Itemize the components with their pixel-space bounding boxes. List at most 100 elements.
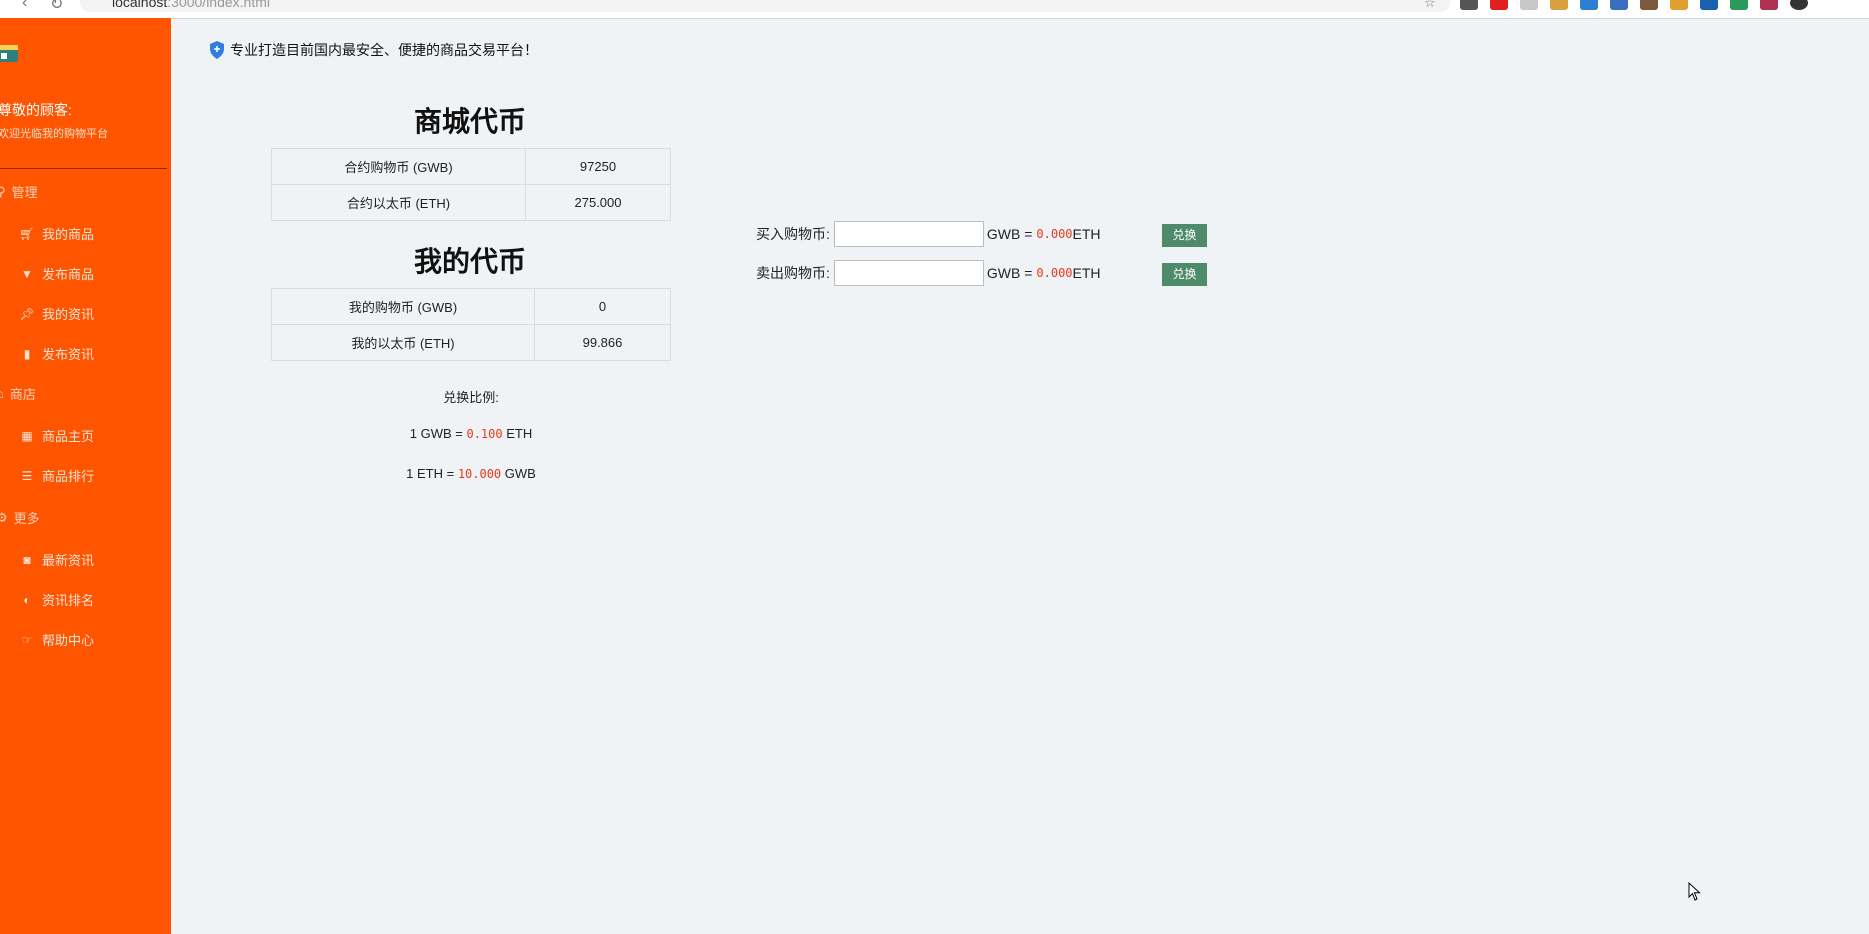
table-row: 合约购物币 (GWB) 97250: [271, 148, 671, 185]
buy-label: 买入购物币:: [756, 226, 830, 242]
sidebar-item-label: 最新资讯: [42, 553, 95, 568]
sidebar-item-label: 我的资讯: [42, 307, 95, 322]
list-icon: ☰: [21, 468, 33, 483]
rate-prefix: 1 GWB =: [409, 426, 467, 441]
sidebar-item-goods-home[interactable]: ▦ 商品主页: [20, 426, 94, 445]
platform-notice: 专业打造目前国内最安全、便捷的商品交易平台！: [208, 40, 538, 60]
greeting-text: 尊敬的顾客:: [0, 102, 72, 118]
rate-suffix: ETH: [502, 426, 533, 441]
extension-icon[interactable]: [1610, 0, 1628, 10]
sidebar-section-more[interactable]: ⚙ 更多: [0, 508, 40, 527]
filter-icon: ▼: [21, 266, 33, 281]
gwb-eth-rate: 1 GWB = 0.100 ETH: [271, 426, 671, 441]
contrast-icon: ◐: [23, 592, 31, 607]
my-tokens-title: 我的代币: [413, 246, 526, 277]
rate-suffix: GWB: [501, 466, 536, 481]
sidebar-item-my-news[interactable]: 📌︎ 我的资讯: [19, 304, 95, 323]
sidebar-item-publish-goods[interactable]: ▼ 发布商品: [20, 264, 94, 283]
reload-icon[interactable]: ↻: [50, 0, 63, 14]
mouse-cursor-icon: [1688, 882, 1701, 901]
sidebar-item-my-goods[interactable]: 🛒︎ 我的商品: [19, 224, 95, 243]
extension-icon[interactable]: [1490, 0, 1508, 10]
user-icon: ⚲: [0, 183, 6, 199]
sidebar-item-label: 帮助中心: [42, 633, 95, 648]
sidebar-item-help-center[interactable]: ☞ 帮助中心: [20, 630, 94, 649]
token-value: 275.000: [525, 184, 671, 221]
sidebar-item-label: 资讯排名: [42, 593, 95, 608]
extension-icon[interactable]: [1730, 0, 1748, 10]
book-icon: ▮: [23, 346, 31, 361]
buy-gwb-row: 买入购物币: GWB = 0.000 ETH: [756, 221, 1101, 247]
extension-icon[interactable]: [1670, 0, 1688, 10]
buy-result: 0.000: [1036, 227, 1073, 241]
sidebar-item-label: 发布资讯: [42, 347, 95, 362]
gear-icon: ⚙: [0, 509, 8, 525]
sell-unit: GWB =: [986, 265, 1033, 281]
mall-tokens-table: 合约购物币 (GWB) 97250 合约以太币 (ETH) 275.000: [271, 148, 671, 221]
sidebar-section-manage[interactable]: ⚲ 管理: [0, 182, 38, 201]
sell-result: 0.000: [1036, 266, 1073, 280]
sidebar-section-label: 管理: [11, 185, 38, 200]
buy-amount-input[interactable]: [833, 221, 984, 247]
extension-icon[interactable]: [1760, 0, 1778, 10]
eth-gwb-rate: 1 ETH = 10.000 GWB: [271, 466, 671, 481]
welcome-text: 欢迎光临我的购物平台: [0, 128, 108, 140]
shop-logo-icon: [0, 45, 18, 62]
buy-result-unit: ETH: [1072, 226, 1101, 242]
token-value: 99.866: [534, 324, 671, 361]
token-value: 97250: [525, 148, 671, 185]
sidebar-section-label: 更多: [13, 511, 40, 526]
sidebar-item-publish-news[interactable]: ▮ 发布资讯: [20, 344, 94, 363]
token-label: 合约购物币 (GWB): [271, 148, 526, 185]
profile-avatar[interactable]: [1790, 0, 1808, 10]
table-row: 合约以太币 (ETH) 275.000: [271, 184, 671, 221]
extensions-bar: [1460, 0, 1808, 10]
token-value: 0: [534, 288, 671, 325]
rate-value: 10.000: [457, 467, 502, 481]
hand-icon: ☞: [21, 632, 33, 647]
sidebar-divider: [0, 168, 167, 169]
sidebar-section-shop[interactable]: ⌂ 商店: [0, 384, 36, 403]
extension-icon[interactable]: [1700, 0, 1718, 10]
token-label: 我的以太币 (ETH): [271, 324, 535, 361]
url-host: localhost: [112, 0, 168, 10]
shield-icon: [210, 41, 224, 59]
sell-exchange-button[interactable]: 兑换: [1162, 263, 1207, 286]
sell-gwb-row: 卖出购物币: GWB = 0.000 ETH: [756, 260, 1101, 286]
bookmark-star-icon[interactable]: ☆: [1424, 0, 1436, 11]
token-label: 合约以太币 (ETH): [271, 184, 526, 221]
sell-label: 卖出购物币:: [756, 265, 830, 281]
sidebar-item-label: 我的商品: [42, 227, 95, 242]
extension-icon[interactable]: [1640, 0, 1658, 10]
pin-icon: 📌︎: [19, 306, 35, 321]
extension-icon[interactable]: [1580, 0, 1598, 10]
rate-prefix: 1 ETH =: [406, 466, 458, 481]
address-bar[interactable]: localhost:3000/index.html: [80, 0, 1450, 12]
extension-icon[interactable]: [1460, 0, 1478, 10]
table-row: 我的以太币 (ETH) 99.866: [271, 324, 671, 361]
sidebar-item-label: 商品主页: [42, 429, 95, 444]
cart-icon: 🛒︎: [19, 226, 35, 241]
table-row: 我的购物币 (GWB) 0: [271, 288, 671, 325]
token-label: 我的购物币 (GWB): [271, 288, 535, 325]
sell-amount-input[interactable]: [833, 260, 984, 286]
back-icon[interactable]: ‹: [22, 0, 27, 12]
mall-tokens-title: 商城代币: [413, 106, 526, 137]
buy-exchange-button[interactable]: 兑换: [1162, 224, 1207, 247]
extension-icon[interactable]: [1520, 0, 1538, 10]
sidebar-section-label: 商店: [9, 387, 36, 402]
sidebar-item-news-ranking[interactable]: ◐ 资讯排名: [20, 590, 94, 609]
exchange-rate-label: 兑换比例:: [443, 390, 499, 405]
sidebar-item-latest-news[interactable]: ◙ 最新资讯: [20, 550, 94, 569]
notice-text: 专业打造目前国内最安全、便捷的商品交易平台！: [230, 42, 538, 58]
sidebar-item-label: 发布商品: [42, 267, 95, 282]
grid-icon: ▦: [21, 428, 33, 443]
my-tokens-table: 我的购物币 (GWB) 0 我的以太币 (ETH) 99.866: [271, 288, 671, 361]
sidebar-item-label: 商品排行: [42, 469, 95, 484]
browser-toolbar: ‹ ↻ localhost:3000/index.html ☆: [0, 0, 1869, 19]
extension-icon[interactable]: [1550, 0, 1568, 10]
sidebar: 尊敬的顾客: 欢迎光临我的购物平台 ⚲ 管理 🛒︎ 我的商品 ▼ 发布商品 📌︎…: [0, 18, 171, 934]
sidebar-item-goods-ranking[interactable]: ☰ 商品排行: [20, 466, 94, 485]
camera-icon: ◙: [23, 552, 31, 567]
rate-value: 0.100: [466, 427, 503, 441]
